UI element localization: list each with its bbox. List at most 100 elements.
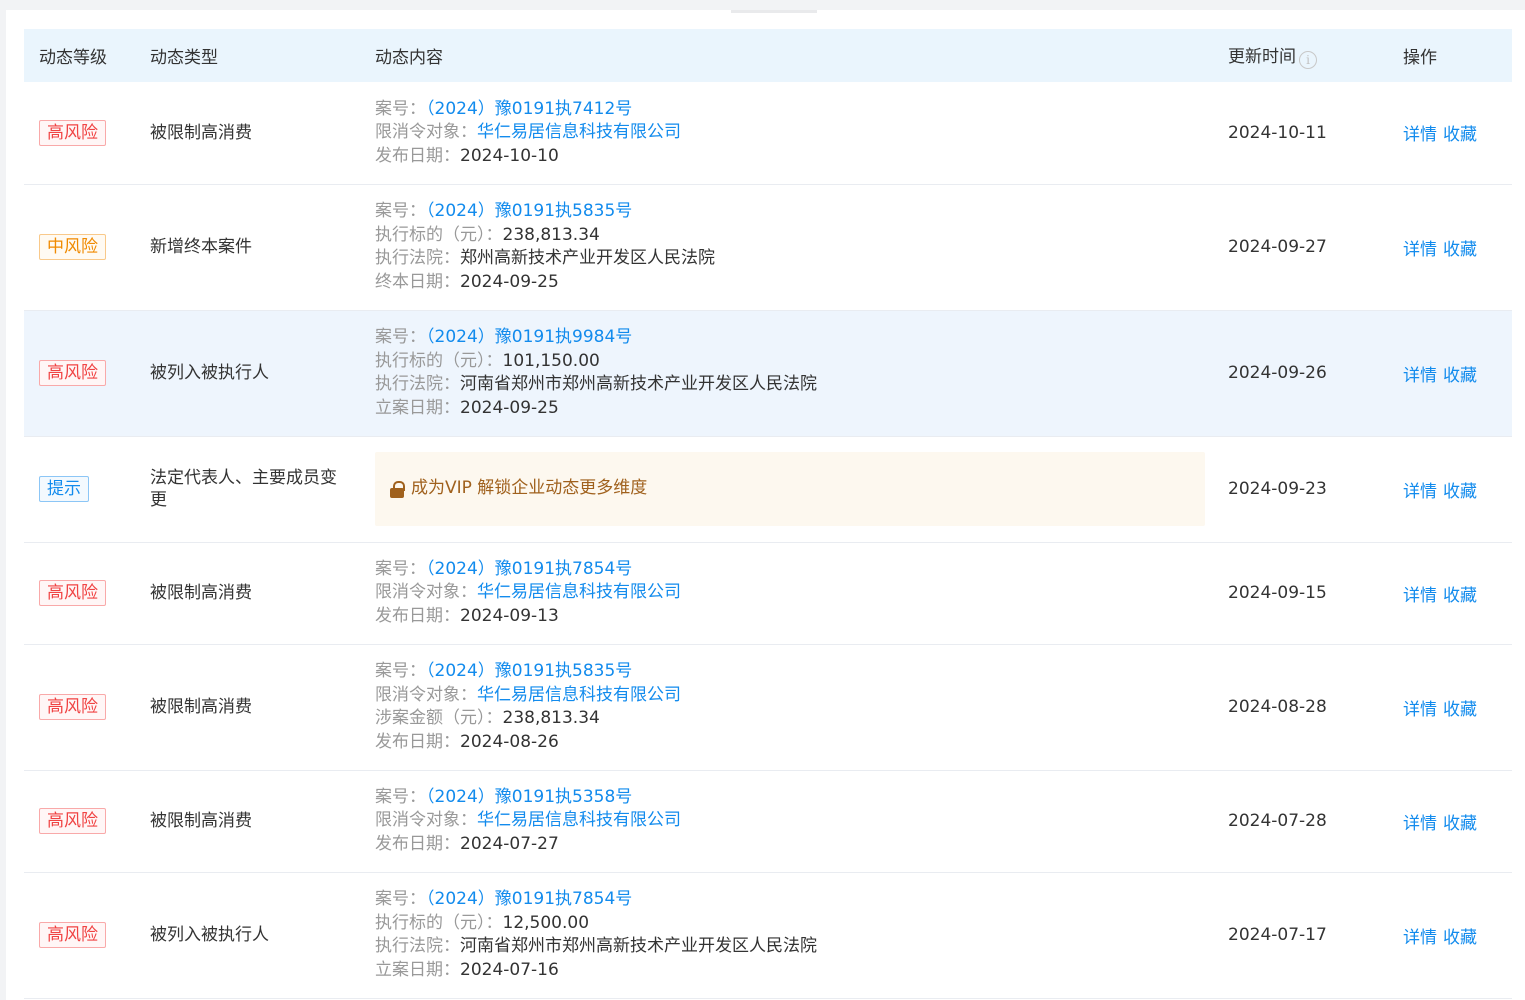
field-value: 2024-10-10 [460,145,559,166]
dynamic-content: 案号：（2024）豫0191执9984号 执行标的（元）：101,150.00 执行… [360,310,1213,436]
case-number-link[interactable]: （2024）豫0191执7854号 [426,889,632,909]
field-label: 涉案金额（元）： [375,708,503,728]
dynamic-type: 被列入被执行人 [150,363,269,383]
company-link[interactable]: 华仁易居信息科技有限公司 [477,810,681,830]
table-header: 动态等级 动态类型 动态内容 更新时间 i 操作 [24,29,1512,82]
field-value: 238,813.34 [502,224,600,245]
level-cell: 高风险 [24,310,135,436]
level-cell: 高风险 [24,872,135,998]
header-row: 动态等级 动态类型 动态内容 更新时间 i 操作 [24,29,1512,82]
dynamic-type: 被限制高消费 [150,583,252,603]
detail-link[interactable]: 详情 [1403,240,1437,260]
field-label: 执行法院： [375,936,460,956]
level-cell: 高风险 [24,770,135,872]
field-value: 2024-09-13 [460,605,559,626]
case-number-link[interactable]: （2024）豫0191执5358号 [426,787,632,807]
info-icon[interactable]: i [1299,51,1317,69]
case-number-link[interactable]: （2024）豫0191执9984号 [426,327,632,347]
header-level: 动态等级 [39,48,107,68]
field-value: 2024-09-25 [460,271,559,292]
case-number-link[interactable]: （2024）豫0191执5835号 [426,661,632,681]
case-number-link[interactable]: （2024）豫0191执7854号 [426,559,632,579]
level-cell: 高风险 [24,82,135,184]
update-time: 2024-09-15 [1228,583,1327,603]
detail-link[interactable]: 详情 [1403,700,1437,720]
case-number-link[interactable]: （2024）豫0191执5835号 [426,201,632,221]
collect-link[interactable]: 收藏 [1443,586,1477,606]
field-label: 立案日期： [375,959,460,980]
content-line: 发布日期：2024-10-10 [375,145,1213,169]
table-row: 高风险 被列入被执行人 案号：（2024）豫0191执7854号 执行标的（元）：12… [24,872,1512,998]
operations-cell: 详情 收藏 [1388,436,1512,542]
detail-link[interactable]: 详情 [1403,366,1437,386]
dynamics-table: 动态等级 动态类型 动态内容 更新时间 i 操作 高风险 被限制高消费 案号：（202… [24,29,1512,999]
field-label: 限消令对象： [375,810,477,831]
field-label: 执行法院： [375,374,460,394]
lock-icon [390,480,405,498]
detail-link[interactable]: 详情 [1403,814,1437,834]
content-line: 限消令对象：华仁易居信息科技有限公司 [375,581,1213,605]
content-line: 发布日期：2024-09-13 [375,605,1213,629]
field-value: 河南省郑州市郑州高新技术产业开发区人民法院 [460,374,817,394]
case-number-link[interactable]: （2024）豫0191执7412号 [426,99,632,119]
detail-link[interactable]: 详情 [1403,482,1437,502]
dynamic-type: 被限制高消费 [150,697,252,717]
field-label: 案号： [375,558,426,579]
field-label: 案号： [375,786,426,807]
content-line: 执行法院：河南省郑州市郑州高新技术产业开发区人民法院 [375,935,1213,959]
collect-link[interactable]: 收藏 [1443,482,1477,502]
tab-indicator [731,10,817,13]
collect-link[interactable]: 收藏 [1443,240,1477,260]
operations-cell: 详情 收藏 [1388,644,1512,770]
content-line: 发布日期：2024-07-27 [375,833,1213,857]
risk-level-badge: 高风险 [39,694,106,720]
table-body: 高风险 被限制高消费 案号：（2024）豫0191执7412号 限消令对象：华仁易居信… [24,82,1512,998]
risk-level-badge: 高风险 [39,119,106,146]
content-line: 限消令对象：华仁易居信息科技有限公司 [375,684,1213,708]
collect-link[interactable]: 收藏 [1443,125,1477,145]
company-link[interactable]: 华仁易居信息科技有限公司 [477,582,681,602]
content-line: 案号：（2024）豫0191执7412号 [375,98,1213,122]
field-label: 案号： [375,661,426,681]
update-time: 2024-10-11 [1228,122,1327,143]
field-label: 立案日期： [375,397,460,418]
detail-link[interactable]: 详情 [1403,928,1437,948]
detail-link[interactable]: 详情 [1403,586,1437,606]
dynamic-content: 成为VIP 解锁企业动态更多维度 [360,436,1213,542]
field-label: 限消令对象： [375,582,477,603]
content-line: 立案日期：2024-09-25 [375,397,1213,421]
collect-link[interactable]: 收藏 [1443,700,1477,720]
company-link[interactable]: 华仁易居信息科技有限公司 [477,685,681,705]
table-row: 中风险 新增终本案件 案号：（2024）豫0191执5835号 执行标的（元）：238… [24,184,1512,310]
content-line: 立案日期：2024-07-16 [375,959,1213,983]
level-cell: 高风险 [24,644,135,770]
collect-link[interactable]: 收藏 [1443,928,1477,948]
content-line: 限消令对象：华仁易居信息科技有限公司 [375,809,1213,833]
risk-level-badge: 高风险 [39,360,106,386]
field-label: 执行标的（元）： [375,224,503,245]
table-row: 高风险 被限制高消费 案号：（2024）豫0191执7854号 限消令对象：华仁易居信… [24,542,1512,644]
dynamic-content: 案号：（2024）豫0191执7854号 限消令对象：华仁易居信息科技有限公司 发布… [360,542,1213,644]
company-link[interactable]: 华仁易居信息科技有限公司 [477,122,681,142]
header-content: 动态内容 [375,48,443,68]
update-time: 2024-09-27 [1228,237,1327,257]
content-line: 案号：（2024）豫0191执7854号 [375,888,1213,912]
content-line: 执行法院：河南省郑州市郑州高新技术产业开发区人民法院 [375,373,1213,397]
header-type: 动态类型 [150,48,218,68]
field-value: 河南省郑州市郑州高新技术产业开发区人民法院 [460,936,817,956]
operations-cell: 详情 收藏 [1388,310,1512,436]
operations-cell: 详情 收藏 [1388,184,1512,310]
operations-cell: 详情 收藏 [1388,872,1512,998]
detail-link[interactable]: 详情 [1403,125,1437,145]
content-line: 涉案金额（元）：238,813.34 [375,707,1213,731]
content-line: 案号：（2024）豫0191执5358号 [375,786,1213,810]
field-label: 终本日期： [375,271,460,292]
field-value: 238,813.34 [502,708,600,728]
collect-link[interactable]: 收藏 [1443,366,1477,386]
collect-link[interactable]: 收藏 [1443,814,1477,834]
table-row: 提示 法定代表人、主要成员变更 成为VIP 解锁企业动态更多维度 2024-09-23… [24,436,1512,542]
field-value: 12,500.00 [502,912,590,933]
update-time: 2024-07-28 [1228,811,1327,831]
update-time: 2024-09-23 [1228,479,1327,499]
vip-unlock-banner[interactable]: 成为VIP 解锁企业动态更多维度 [375,452,1205,526]
